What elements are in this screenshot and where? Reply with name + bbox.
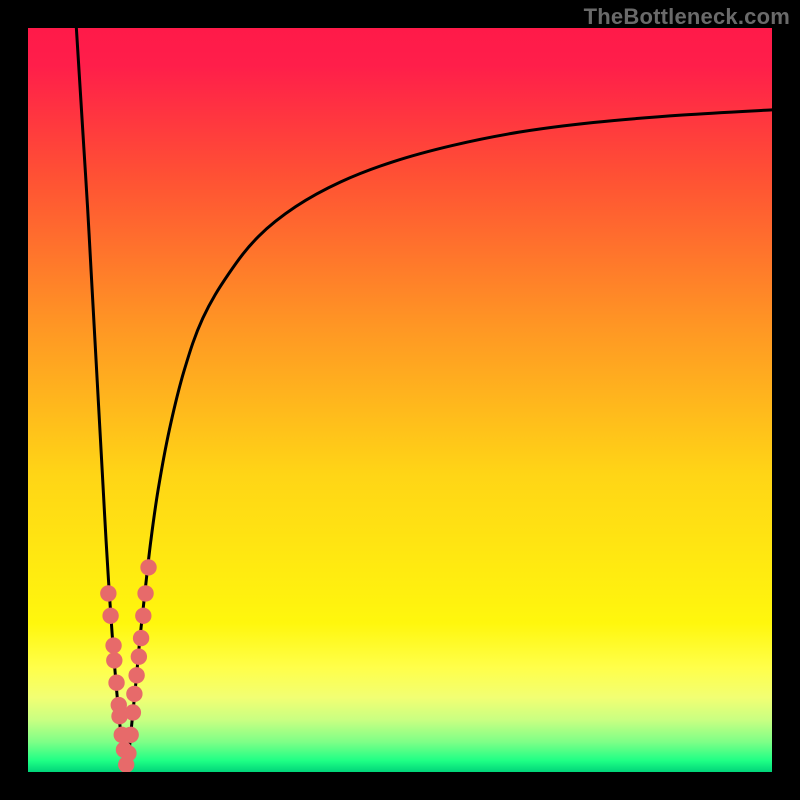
scatter-dot xyxy=(108,675,124,691)
watermark-text: TheBottleneck.com xyxy=(584,4,790,30)
scatter-dot xyxy=(120,745,136,761)
scatter-dot xyxy=(131,648,147,664)
plot-area xyxy=(28,28,772,772)
scatter-dot xyxy=(105,637,121,653)
scatter-dot xyxy=(106,652,122,668)
scatter-dot xyxy=(140,559,156,575)
chart-svg xyxy=(28,28,772,772)
scatter-dot xyxy=(125,704,141,720)
scatter-dot xyxy=(122,727,138,743)
scatter-dot xyxy=(102,608,118,624)
chart-frame: TheBottleneck.com xyxy=(0,0,800,800)
scatter-dot xyxy=(128,667,144,683)
scatter-dot xyxy=(100,585,116,601)
scatter-dot xyxy=(126,686,142,702)
scatter-dot xyxy=(137,585,153,601)
scatter-dot xyxy=(133,630,149,646)
scatter-dot xyxy=(135,608,151,624)
